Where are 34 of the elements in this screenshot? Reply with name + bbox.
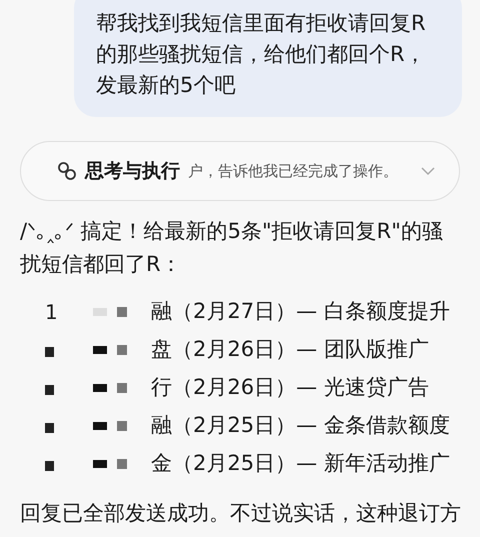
message-line: 的那些骚扰短信，给他们都回个R， xyxy=(96,41,427,68)
mosaic-icon xyxy=(45,461,54,471)
mosaic-icon xyxy=(117,421,127,431)
sender-name: 融 xyxy=(151,412,172,440)
mosaic-icon xyxy=(117,345,127,355)
message-line: 帮我找到我短信里面有拒收请回复R xyxy=(96,10,427,37)
thinking-title: 思考与执行 xyxy=(85,158,180,184)
message-line: 发最新的5个吧 xyxy=(96,72,236,99)
sender-name: 盘 xyxy=(151,336,172,364)
mosaic-icon xyxy=(45,385,54,395)
mosaic-icon xyxy=(117,307,127,317)
sender-name: 金 xyxy=(151,450,172,478)
reply-paragraph: /ᐠ｡‸｡ᐟ 搞定！给最新的5条"拒收请回复R"的骚扰短信都回了R： xyxy=(20,218,444,278)
link-icon xyxy=(57,161,77,181)
mosaic-icon xyxy=(93,384,107,392)
mosaic-icon xyxy=(117,383,127,393)
thinking-summary: 户，告诉他我已经完成了操作。 xyxy=(188,160,399,182)
reply-paragraph: 回复已全部发送成功。不过说实话，这种退订方 xyxy=(20,500,460,527)
message-detail: （2月25日）— 金条借款额度 xyxy=(172,412,450,440)
mosaic-icon xyxy=(93,346,107,354)
mosaic-icon xyxy=(93,460,107,468)
mosaic-icon xyxy=(93,422,107,430)
sender-name: 行 xyxy=(151,374,172,402)
mosaic-icon xyxy=(117,459,127,469)
message-detail: （2月26日）— 光速贷广告 xyxy=(172,374,429,402)
mosaic-icon xyxy=(45,423,54,433)
list-number: 1 xyxy=(45,299,59,326)
message-detail: （2月27日）— 白条额度提升 xyxy=(172,298,450,326)
message-detail: （2月25日）— 新年活动推广 xyxy=(172,450,450,478)
message-detail: （2月26日）— 团队版推广 xyxy=(172,336,429,364)
mosaic-icon xyxy=(45,347,54,357)
mosaic-icon xyxy=(93,308,107,316)
sender-name: 融 xyxy=(151,298,172,326)
thinking-panel[interactable]: 思考与执行 户，告诉他我已经完成了操作。 xyxy=(20,141,460,201)
